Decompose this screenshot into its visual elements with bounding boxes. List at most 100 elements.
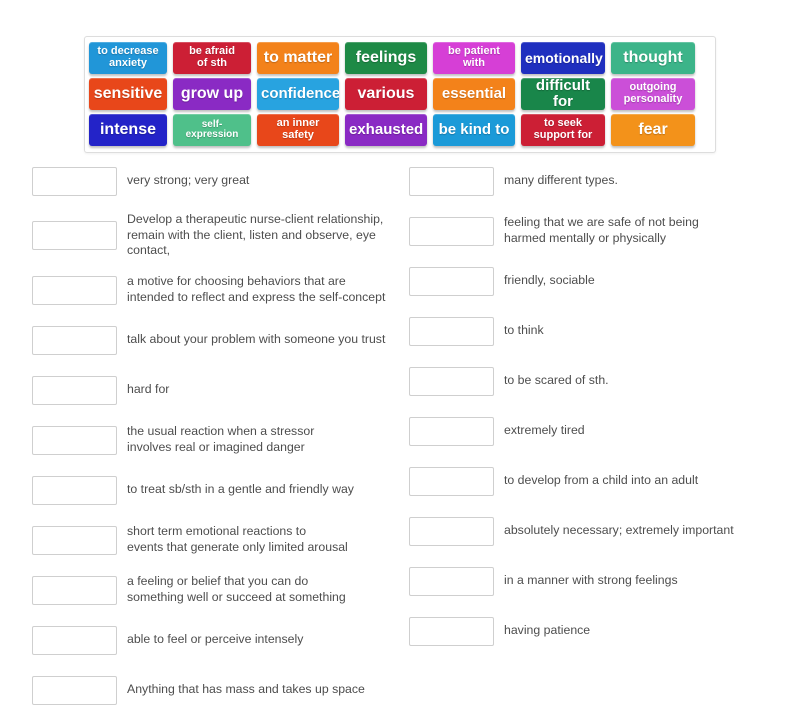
word-tile[interactable]: self-expression [173,114,251,146]
right-drop-box[interactable] [409,166,494,196]
word-tile[interactable]: fear [611,114,695,146]
word-tile[interactable]: an inner safety [257,114,339,146]
word-tile-label: confidence [261,85,339,103]
answer-row: feeling that we are safe of not being ha… [409,212,779,250]
answer-row: many different types. [409,162,779,200]
answer-row: to treat sb/sth in a gentle and friendly… [32,471,402,509]
definition-text: friendly, sociable [504,273,595,288]
definition-text: feeling that we are safe of not being ha… [504,215,699,245]
left-drop-box[interactable] [32,325,117,355]
answer-row: to think [409,312,779,350]
answer-row: talk about your problem with someone you… [32,321,402,359]
word-tile-label: grow up [180,84,244,102]
right-drop-box[interactable] [409,566,494,596]
left-drop-box[interactable] [32,166,117,196]
answer-row: able to feel or perceive intensely [32,621,402,659]
word-tile[interactable]: to decrease anxiety [89,42,167,74]
word-tile-label: be kind to [438,121,510,139]
definition-text: extremely tired [504,423,585,438]
definition-text: to be scared of sth. [504,373,609,388]
left-drop-box[interactable] [32,675,117,705]
definition-text: to develop from a child into an adult [504,473,699,488]
left-drop-box[interactable] [32,625,117,655]
right-drop-box[interactable] [409,416,494,446]
definition-text: hard for [127,382,170,397]
word-tile-label: fear [638,120,668,138]
word-tile[interactable]: outgoing personality [611,78,695,110]
definition-text: having patience [504,623,591,638]
word-tile-label: various [357,84,415,102]
word-tile[interactable]: sensitive [89,78,167,110]
word-tile[interactable]: to seek support for [521,114,605,146]
word-tile-label: essential [441,85,507,103]
word-tile-label: to matter [263,48,333,66]
right-drop-box[interactable] [409,466,494,496]
word-tile-label: to seek support for [533,117,593,141]
right-drop-box[interactable] [409,316,494,346]
word-tile-label: exhausted [349,121,424,139]
answer-column-right: many different types. feeling that we are… [409,162,779,662]
definition-text: in a manner with strong feelings [504,573,678,588]
answer-row: the usual reaction when a stressor invol… [32,421,402,459]
word-tile-label: an inner safety [276,117,320,141]
definition-text: to treat sb/sth in a gentle and friendly… [127,482,354,497]
word-tile-label: sensitive [93,84,163,102]
word-tile-bank: to decrease anxiety be afraid of sth to ma… [84,36,716,153]
word-tile[interactable]: be kind to [433,114,515,146]
word-tile[interactable]: be patient with [433,42,515,74]
word-tile-label: feelings [355,48,417,66]
word-tile-label: to decrease anxiety [97,45,159,69]
definition-text: a feeling or belief that you can do some… [127,574,346,605]
word-tile-label: thought [623,48,683,66]
answer-row: to be scared of sth. [409,362,779,400]
definition-text: many different types. [504,173,618,188]
answer-row: hard for [32,371,402,409]
answer-row: a feeling or belief that you can do some… [32,571,402,609]
tile-row: intense self-expression an inner safety exh… [89,114,711,146]
word-tile[interactable]: confidence [257,78,339,110]
answer-column-left: very strong; very great Develop a therape… [32,162,402,721]
word-tile-label: difficult for [535,78,591,110]
definition-text: Anything that has mass and takes up spac… [127,682,365,697]
answer-row: in a manner with strong feelings [409,562,779,600]
definition-text: a motive for choosing behaviors that are… [127,274,386,305]
definition-text: very strong; very great [127,173,250,188]
left-drop-box[interactable] [32,275,117,305]
tile-row: sensitive grow up confidence various essenti… [89,78,711,110]
word-tile[interactable]: to matter [257,42,339,74]
right-drop-box[interactable] [409,516,494,546]
word-tile-label: be afraid of sth [189,45,235,69]
left-drop-box[interactable] [32,375,117,405]
word-tile[interactable]: thought [611,42,695,74]
definition-text: Develop a therapeutic nurse-client relat… [127,212,384,258]
word-tile[interactable]: various [345,78,427,110]
right-drop-box[interactable] [409,216,494,246]
left-drop-box[interactable] [32,425,117,455]
definition-text: talk about your problem with someone you… [127,332,386,347]
word-tile-label: self-expression [185,118,239,140]
answer-row: absolutely necessary; extremely importan… [409,512,779,550]
word-tile[interactable]: grow up [173,78,251,110]
left-drop-box[interactable] [32,475,117,505]
word-tile-label: outgoing personality [623,81,683,105]
word-tile[interactable]: emotionally [521,42,605,74]
left-drop-box[interactable] [32,525,117,555]
right-drop-box[interactable] [409,616,494,646]
word-tile[interactable]: difficult for [521,78,605,110]
answer-row: Develop a therapeutic nurse-client relat… [32,212,402,259]
right-drop-box[interactable] [409,266,494,296]
tile-row: to decrease anxiety be afraid of sth to ma… [89,42,711,74]
word-tile[interactable]: feelings [345,42,427,74]
answer-row: extremely tired [409,412,779,450]
word-tile[interactable]: exhausted [345,114,427,146]
word-tile[interactable]: be afraid of sth [173,42,251,74]
answer-row: having patience [409,612,779,650]
answer-row: to develop from a child into an adult [409,462,779,500]
right-drop-box[interactable] [409,366,494,396]
left-drop-box[interactable] [32,575,117,605]
answer-row: Anything that has mass and takes up spac… [32,671,402,709]
word-tile[interactable]: intense [89,114,167,146]
word-tile[interactable]: essential [433,78,515,110]
left-drop-box[interactable] [32,221,117,251]
word-tile-label: emotionally [525,49,603,66]
